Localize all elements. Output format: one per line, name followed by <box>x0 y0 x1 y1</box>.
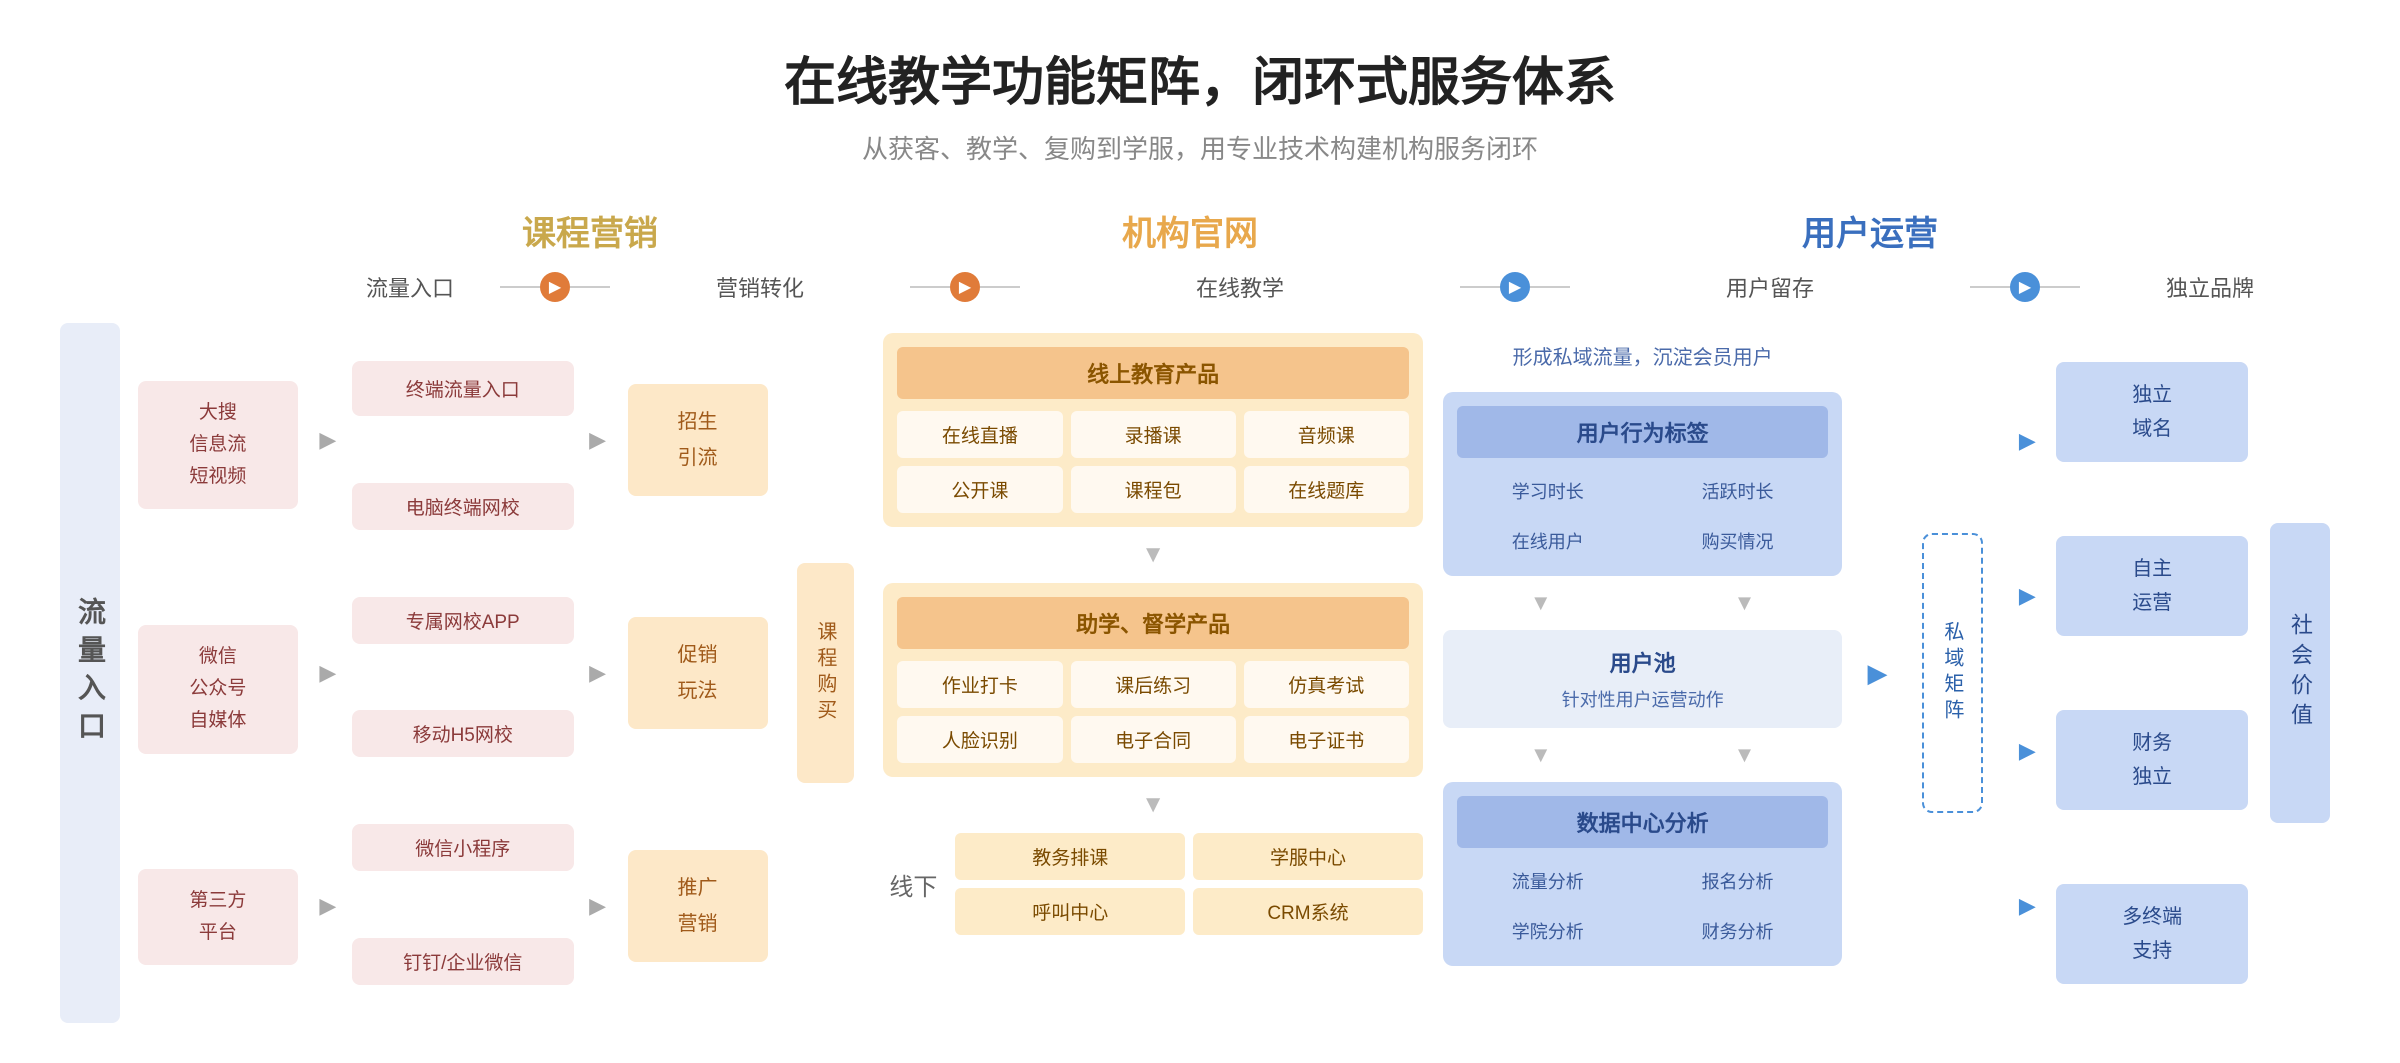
purchase-box: 课程购买 <box>797 563 854 783</box>
flow-step-5: 独立品牌 <box>2080 271 2340 303</box>
assist-section: 助学、督学产品 作业打卡 课后练习 仿真考试 人脸识别 电子合同 电子证书 <box>883 583 1422 777</box>
brand-item-4: 多终端 支持 <box>2056 884 2248 984</box>
user-tag-section: 用户行为标签 学习时长 活跃时长 在线用户 购买情况 <box>1443 392 1843 576</box>
user-tag-title: 用户行为标签 <box>1457 406 1829 458</box>
assist-item-5: 电子合同 <box>1071 716 1236 763</box>
offline-section: 线下 教务排课 学服中心 呼叫中心 CRM系统 <box>883 833 1422 935</box>
arrow-icon-2: ▶ <box>319 660 336 686</box>
assist-item-1: 作业打卡 <box>897 661 1062 708</box>
flow-arrow-4: ▶ <box>2010 272 2040 302</box>
data-item-2: 报名分析 <box>1647 860 1829 902</box>
social-box: 社会价值 <box>2270 523 2330 823</box>
arrow-icon-6: ▶ <box>589 893 606 919</box>
assist-item-6: 电子证书 <box>1244 716 1409 763</box>
assist-title: 助学、督学产品 <box>897 597 1408 649</box>
page-subtitle: 从获客、教学、复购到学服，用专业技术构建机构服务闭环 <box>60 129 2340 166</box>
page-title: 在线教学功能矩阵，闭环式服务体系 <box>60 40 2340 115</box>
online-item-2: 录播课 <box>1071 411 1236 458</box>
flow-arrow-1: ▶ <box>540 272 570 302</box>
flow-step-4: 用户留存 <box>1570 271 1970 303</box>
online-item-3: 音频课 <box>1244 411 1409 458</box>
arrow-brand-3: ▶ <box>2019 738 2036 764</box>
terminal-item-5: 微信小程序 <box>352 824 574 871</box>
user-pool-section: 用户池 针对性用户运营动作 <box>1443 630 1843 728</box>
data-section: 数据中心分析 流量分析 报名分析 学院分析 财务分析 <box>1443 782 1843 966</box>
assist-item-4: 人脸识别 <box>897 716 1062 763</box>
traffic-item-2: 微信 公众号 自媒体 <box>138 625 298 754</box>
conversion-zhaoSheng: 招生 引流 <box>628 384 768 496</box>
tag-item-2: 活跃时长 <box>1647 470 1829 512</box>
online-item-1: 在线直播 <box>897 411 1062 458</box>
offline-item-4: CRM系统 <box>1193 888 1423 935</box>
data-item-1: 流量分析 <box>1457 860 1639 902</box>
user-pool-sub: 针对性用户运营动作 <box>1457 686 1829 712</box>
brand-item-1: 独立 域名 <box>2056 362 2248 462</box>
online-item-4: 公开课 <box>897 466 1062 513</box>
online-item-5: 课程包 <box>1071 466 1236 513</box>
down-arrow-3: ▼ <box>1443 590 1639 616</box>
brand-item-3: 财务 独立 <box>2056 710 2248 810</box>
page-container: 在线教学功能矩阵，闭环式服务体系 从获客、教学、复购到学服，用专业技术构建机构服… <box>0 0 2400 1063</box>
traffic-item-1: 大搜 信息流 短视频 <box>138 381 298 510</box>
arrow-icon-5: ▶ <box>589 660 606 686</box>
offline-label: 线下 <box>883 867 943 902</box>
terminal-item-3: 专属网校APP <box>352 597 574 644</box>
assist-item-3: 仿真考试 <box>1244 661 1409 708</box>
down-arrow-1: ▼ <box>883 541 1422 569</box>
tag-item-1: 学习时长 <box>1457 470 1639 512</box>
arrow-icon-3: ▶ <box>319 893 336 919</box>
down-arrow-6: ▼ <box>1647 742 1843 768</box>
assist-item-2: 课后练习 <box>1071 661 1236 708</box>
terminal-item-6: 钉钉/企业微信 <box>352 938 574 985</box>
down-arrow-5: ▼ <box>1443 742 1639 768</box>
arrow-brand-4: ▶ <box>2019 893 2036 919</box>
flow-step-2: 营销转化 <box>610 271 910 303</box>
flow-step-3: 在线教学 <box>1020 271 1460 303</box>
offline-item-1: 教务排课 <box>955 833 1185 880</box>
side-label-left: 流量入口 <box>70 597 110 749</box>
conversion-cuXiao: 促销 玩法 <box>628 617 768 729</box>
arrow-icon-4: ▶ <box>589 427 606 453</box>
data-item-3: 学院分析 <box>1457 910 1639 952</box>
page-header: 在线教学功能矩阵，闭环式服务体系 从获客、教学、复购到学服，用专业技术构建机构服… <box>60 40 2340 166</box>
offline-item-2: 学服中心 <box>1193 833 1423 880</box>
terminal-item-1: 终端流量入口 <box>352 361 574 416</box>
online-edu-title: 线上教育产品 <box>897 347 1408 399</box>
terminal-item-4: 移动H5网校 <box>352 710 574 757</box>
online-item-6: 在线题库 <box>1244 466 1409 513</box>
arrow-icon-1: ▶ <box>319 427 336 453</box>
tag-item-3: 在线用户 <box>1457 520 1639 562</box>
brand-item-2: 自主 运营 <box>2056 536 2248 636</box>
section-jigou: 机构官网 <box>1122 215 1258 253</box>
flow-step-1: 流量入口 <box>320 271 500 303</box>
section-yonghu: 用户运营 <box>1802 215 1938 253</box>
data-item-4: 财务分析 <box>1647 910 1829 952</box>
private-box: 私域矩阵 <box>1922 533 1983 813</box>
tag-item-4: 购买情况 <box>1647 520 1829 562</box>
conversion-tuiGuang: 推广 营销 <box>628 850 768 962</box>
arrow-brand-1: ▶ <box>2019 428 2036 454</box>
arrow-to-private: ▶ <box>1867 658 1887 689</box>
data-title: 数据中心分析 <box>1457 796 1829 848</box>
flow-arrow-2: ▶ <box>950 272 980 302</box>
flow-arrow-3: ▶ <box>1500 272 1530 302</box>
down-arrow-4: ▼ <box>1647 590 1843 616</box>
main-content: 流量入口 大搜 信息流 短视频 微信 公众号 自媒体 第三方 平台 ▶ ▶ ▶ … <box>60 323 2340 1023</box>
offline-item-3: 呼叫中心 <box>955 888 1185 935</box>
terminal-item-2: 电脑终端网校 <box>352 483 574 530</box>
section-kecheng: 课程营销 <box>522 215 658 253</box>
online-edu-section: 线上教育产品 在线直播 录播课 音频课 公开课 课程包 在线题库 <box>883 333 1422 527</box>
traffic-item-3: 第三方 平台 <box>138 869 298 966</box>
arrow-brand-2: ▶ <box>2019 583 2036 609</box>
down-arrow-2: ▼ <box>883 791 1422 819</box>
private-flow-text: 形成私域流量，沉淀会员用户 <box>1443 333 1843 378</box>
user-pool-title: 用户池 <box>1457 646 1829 678</box>
